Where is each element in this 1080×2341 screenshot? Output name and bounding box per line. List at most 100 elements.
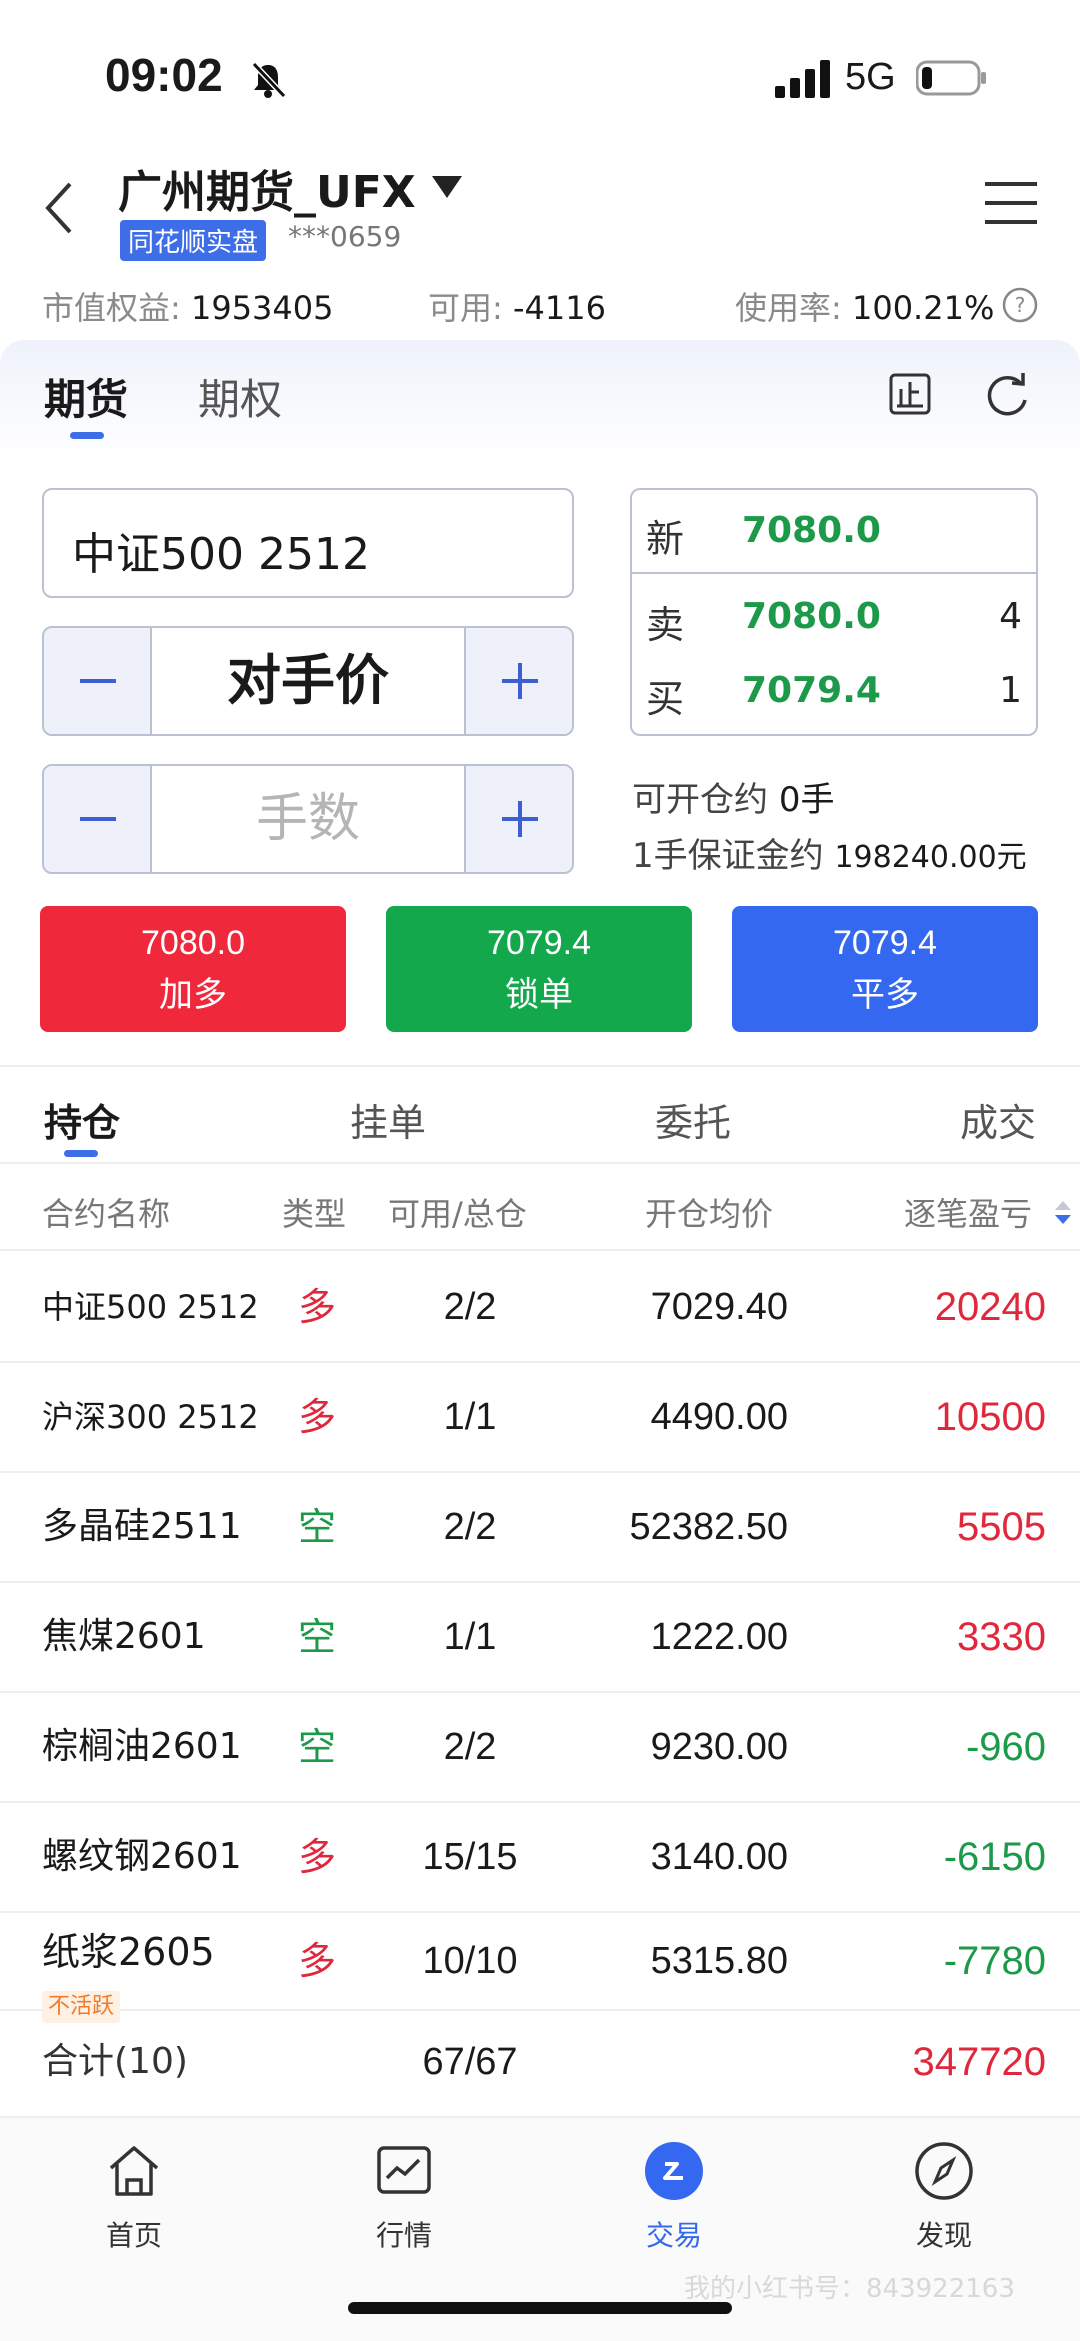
positions-tab-indicator bbox=[64, 1150, 98, 1157]
positions-table-header: 合约名称 类型 可用/总仓 开仓均价 逐笔盈亏 bbox=[0, 1165, 1080, 1251]
quote-divider bbox=[632, 572, 1036, 574]
watermark: 我的小红书号：843922163 bbox=[684, 2274, 1015, 2304]
nav-discover-label: 发现 bbox=[915, 2219, 972, 2252]
row-type: 多 bbox=[298, 1285, 337, 1329]
row-pnl: -6150 bbox=[943, 1835, 1046, 1879]
compass-icon bbox=[915, 2142, 973, 2200]
price-decrease-button[interactable] bbox=[44, 628, 152, 734]
table-row[interactable]: 多晶硅2511 空 2/2 52382.50 5505 bbox=[0, 1473, 1080, 1583]
app-header: 广州期货_UFX 同花顺实盘 ***0659 bbox=[0, 150, 1080, 270]
stop-order-icon[interactable] bbox=[888, 372, 932, 416]
tab-positions[interactable]: 持仓 bbox=[44, 1092, 120, 1147]
last-price-label: 新 bbox=[646, 517, 685, 561]
usage-value: 100.21% bbox=[851, 289, 995, 327]
tab-options[interactable]: 期权 bbox=[198, 366, 282, 427]
positions-tabs: 持仓 挂单 委托 成交 bbox=[0, 1068, 1080, 1164]
usage-label: 使用率: bbox=[735, 289, 842, 327]
help-icon[interactable]: ? bbox=[1002, 287, 1038, 323]
row-qty: 15/15 bbox=[422, 1836, 518, 1878]
tab-futures[interactable]: 期货 bbox=[44, 366, 128, 427]
account-summary: 市值权益: 1953405 可用: -4116 使用率: 100.21% ? bbox=[0, 275, 1080, 335]
account-source-badge: 同花顺实盘 bbox=[120, 220, 267, 261]
add-long-label: 加多 bbox=[159, 975, 227, 1015]
battery-icon bbox=[916, 60, 986, 96]
tab-active-indicator bbox=[70, 432, 104, 439]
total-pnl: 347720 bbox=[912, 2040, 1046, 2084]
contract-input[interactable]: 中证500 2512 bbox=[42, 488, 574, 598]
close-long-button[interactable]: 7079.4 平多 bbox=[732, 906, 1038, 1032]
network-type: 5G bbox=[845, 56, 896, 98]
sort-icon[interactable] bbox=[1052, 1199, 1074, 1227]
caret-down-icon[interactable] bbox=[430, 172, 464, 202]
row-qty: 2/2 bbox=[443, 1506, 497, 1548]
menu-icon[interactable] bbox=[985, 180, 1037, 226]
row-contract: 中证500 2512 bbox=[42, 1288, 259, 1326]
table-row[interactable]: 焦煤2601 空 1/1 1222.00 3330 bbox=[0, 1583, 1080, 1693]
svg-text:?: ? bbox=[1015, 293, 1026, 317]
row-contract: 焦煤2601 bbox=[42, 1616, 206, 1657]
nav-market[interactable]: 行情 bbox=[314, 2140, 494, 2254]
add-long-button[interactable]: 7080.0 加多 bbox=[40, 906, 346, 1032]
col-type: 类型 bbox=[282, 1195, 347, 1233]
table-row[interactable]: 棕榈油2601 空 2/2 9230.00 -960 bbox=[0, 1693, 1080, 1803]
account-number: ***0659 bbox=[288, 220, 402, 253]
back-icon[interactable] bbox=[40, 178, 80, 238]
tab-fills[interactable]: 成交 bbox=[960, 1092, 1036, 1147]
bid-price[interactable]: 7079.4 bbox=[742, 670, 881, 711]
price-stepper: 对手价 bbox=[42, 626, 574, 736]
quantity-stepper: 手数 bbox=[42, 764, 574, 874]
price-mode-value[interactable]: 对手价 bbox=[152, 628, 464, 734]
signal-icon bbox=[775, 60, 830, 98]
qty-decrease-button[interactable] bbox=[44, 766, 152, 872]
ask-label: 卖 bbox=[646, 603, 685, 647]
broker-title[interactable]: 广州期货_UFX bbox=[118, 156, 416, 220]
close-long-price: 7079.4 bbox=[833, 924, 937, 962]
tab-orders[interactable]: 委托 bbox=[655, 1092, 731, 1147]
trade-panel: 期货 期权 中证500 2512 对手价 手数 新 7080.0 卖 7080.… bbox=[0, 340, 1080, 1070]
quantity-input[interactable]: 手数 bbox=[152, 766, 464, 872]
col-avg-price: 开仓均价 bbox=[645, 1195, 774, 1233]
qty-increase-button[interactable] bbox=[464, 766, 572, 872]
table-row[interactable]: 中证500 2512 多 2/2 7029.40 20240 bbox=[0, 1253, 1080, 1363]
row-contract: 沪深300 2512 bbox=[42, 1398, 259, 1436]
nav-discover[interactable]: 发现 bbox=[854, 2140, 1034, 2254]
add-long-price: 7080.0 bbox=[141, 924, 245, 962]
row-avg-price: 3140.00 bbox=[650, 1836, 788, 1878]
bid-label: 买 bbox=[646, 677, 685, 721]
lock-button[interactable]: 7079.4 锁单 bbox=[386, 906, 692, 1032]
last-price-value[interactable]: 7080.0 bbox=[742, 510, 881, 551]
row-pnl: -960 bbox=[965, 1725, 1046, 1769]
ask-volume: 4 bbox=[999, 596, 1022, 637]
lock-price: 7079.4 bbox=[487, 924, 591, 962]
open-quantity: 可开仓约 0手 bbox=[632, 772, 834, 821]
bottom-nav: 首页 行情 交易 发现 我的小红书号：843922163 bbox=[0, 2116, 1080, 2341]
price-increase-button[interactable] bbox=[464, 628, 572, 734]
row-qty: 1/1 bbox=[443, 1616, 497, 1658]
refresh-icon[interactable] bbox=[982, 370, 1032, 420]
row-pnl: 20240 bbox=[934, 1285, 1046, 1329]
status-time: 09:02 bbox=[105, 49, 223, 101]
home-icon bbox=[109, 2146, 159, 2196]
row-contract: 纸浆2605 bbox=[42, 1930, 215, 1974]
nav-home[interactable]: 首页 bbox=[44, 2140, 224, 2254]
row-avg-price: 4490.00 bbox=[650, 1396, 788, 1438]
open-qty-value: 0手 bbox=[778, 780, 835, 820]
table-row[interactable]: 沪深300 2512 多 1/1 4490.00 10500 bbox=[0, 1363, 1080, 1473]
table-row[interactable]: 螺纹钢2601 多 15/15 3140.00 -6150 bbox=[0, 1803, 1080, 1913]
table-row[interactable]: 纸浆2605 不活跃 多 10/10 5315.80 -7780 bbox=[0, 1913, 1080, 2023]
minus-icon bbox=[80, 817, 116, 821]
total-qty: 67/67 bbox=[422, 2041, 518, 2083]
minus-icon bbox=[80, 679, 116, 683]
ask-price[interactable]: 7080.0 bbox=[742, 596, 881, 637]
row-qty: 2/2 bbox=[443, 1286, 497, 1328]
col-pnl[interactable]: 逐笔盈亏 bbox=[904, 1189, 1032, 1235]
equity-value: 1953405 bbox=[190, 289, 334, 327]
row-type: 空 bbox=[298, 1615, 337, 1659]
lock-label: 锁单 bbox=[505, 975, 573, 1015]
row-avg-price: 52382.50 bbox=[629, 1506, 789, 1548]
tab-pending[interactable]: 挂单 bbox=[350, 1092, 426, 1147]
nav-trade[interactable]: 交易 bbox=[584, 2140, 764, 2254]
row-pnl: 3330 bbox=[957, 1615, 1046, 1659]
home-indicator[interactable] bbox=[348, 2302, 732, 2314]
bid-volume: 1 bbox=[999, 670, 1022, 711]
